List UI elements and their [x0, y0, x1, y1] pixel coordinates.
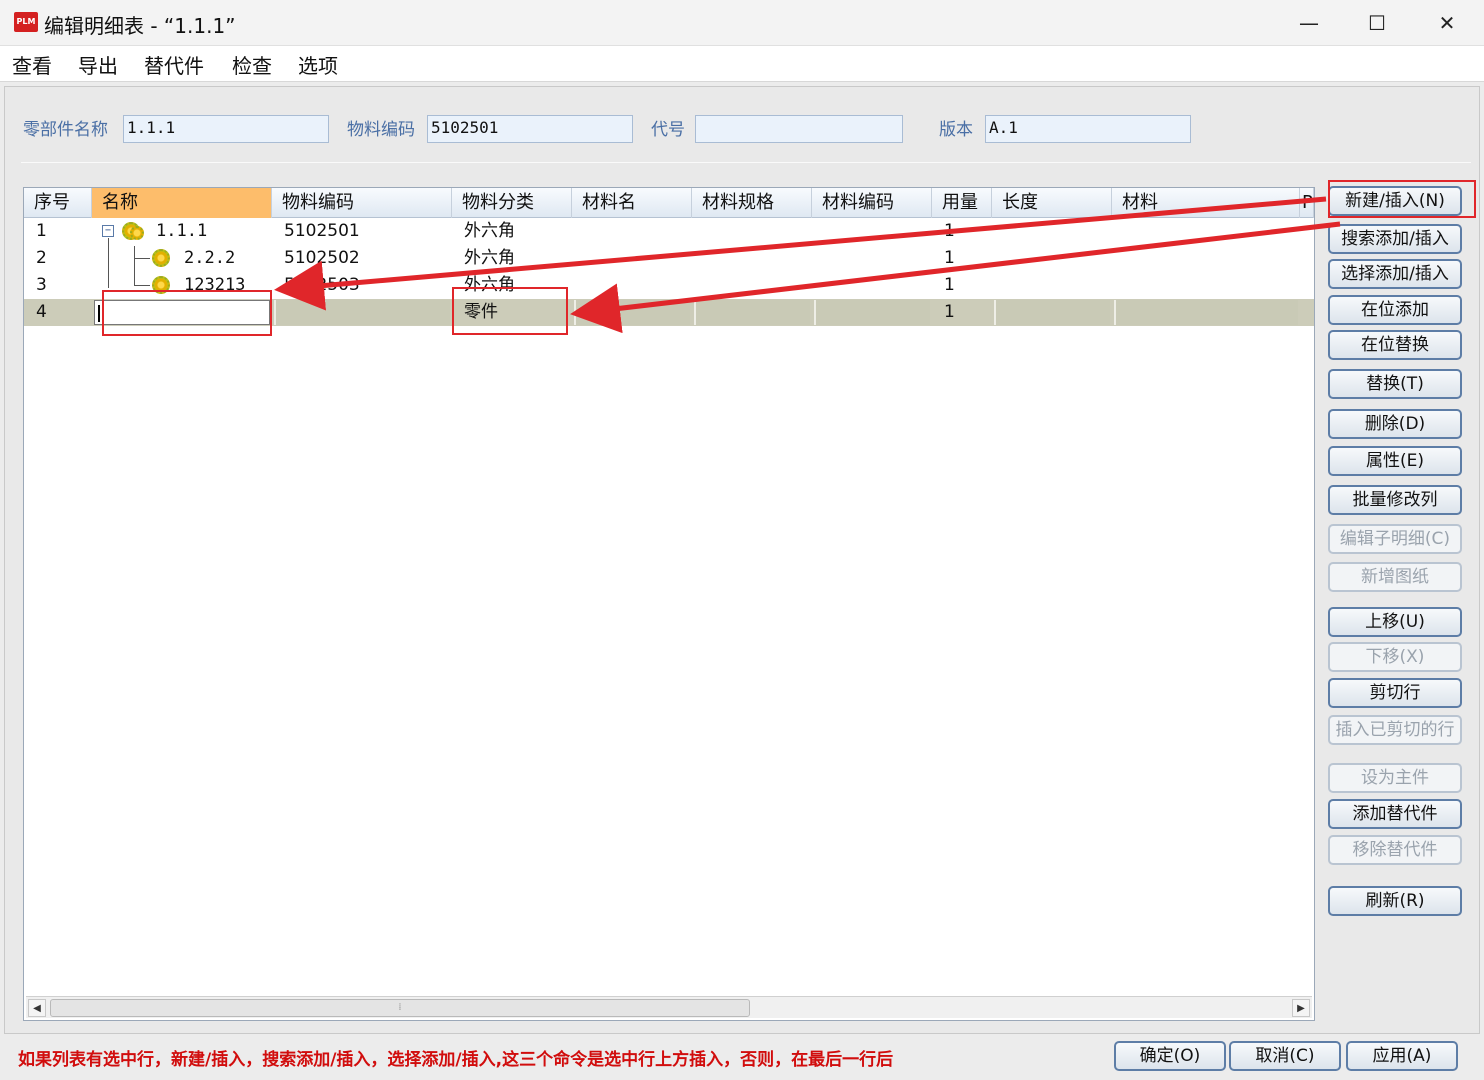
- cell-category: 外六角: [464, 248, 515, 268]
- version-label: 版本: [939, 120, 973, 140]
- apply-button[interactable]: 应用(A): [1346, 1041, 1458, 1071]
- refresh-button[interactable]: 刷新(R): [1328, 886, 1462, 916]
- select-add-insert-button[interactable]: 选择添加/插入: [1328, 259, 1462, 289]
- scroll-thumb[interactable]: ⁞: [50, 999, 750, 1017]
- separator: [21, 162, 1471, 163]
- col-header-length[interactable]: 长度: [992, 188, 1112, 218]
- add-drawing-button[interactable]: 新增图纸: [1328, 562, 1462, 592]
- delete-button[interactable]: 删除(D): [1328, 409, 1462, 439]
- cell-seq: 4: [36, 302, 47, 322]
- col-header-material-code[interactable]: 物料编码: [272, 188, 452, 218]
- set-as-main-button[interactable]: 设为主件: [1328, 763, 1462, 793]
- part-gear-icon: [152, 249, 170, 267]
- maximize-button[interactable]: ☐: [1342, 0, 1412, 46]
- col-header-material-number[interactable]: 材料编码: [812, 188, 932, 218]
- part-name-label: 零部件名称: [23, 120, 108, 140]
- col-header-material-name[interactable]: 材料名: [572, 188, 692, 218]
- col-header-category[interactable]: 物料分类: [452, 188, 572, 218]
- cell-quantity: 1: [944, 221, 955, 241]
- cell-name: 1.1.1: [156, 221, 208, 241]
- cell-quantity: 1: [944, 275, 955, 295]
- code-label: 代号: [651, 120, 685, 140]
- add-in-place-button[interactable]: 在位添加: [1328, 295, 1462, 325]
- horizontal-scrollbar[interactable]: ◀ ⁞ ▶: [26, 996, 1312, 1018]
- cell-quantity: 1: [944, 302, 955, 322]
- gear-icon: [130, 226, 144, 240]
- cell-length: [994, 300, 1110, 325]
- search-add-insert-button[interactable]: 搜索添加/插入: [1328, 224, 1462, 254]
- cut-row-button[interactable]: 剪切行: [1328, 678, 1462, 708]
- table-header: 序号 名称 物料编码 物料分类 材料名 材料规格 材料编码 用量 长度 材料 P: [24, 188, 1314, 218]
- col-header-material-spec[interactable]: 材料规格: [692, 188, 812, 218]
- cell-material-number: [814, 300, 930, 325]
- cell-seq: 3: [36, 275, 47, 295]
- move-up-button[interactable]: 上移(U): [1328, 607, 1462, 637]
- annotation-box-new-insert: [1328, 180, 1476, 218]
- minimize-button[interactable]: —: [1274, 0, 1344, 46]
- cell-material-code: 5102502: [284, 248, 360, 268]
- col-header-more[interactable]: P: [1300, 188, 1314, 218]
- remove-substitute-button[interactable]: 移除替代件: [1328, 835, 1462, 865]
- menu-export[interactable]: 导出: [78, 50, 118, 79]
- plm-logo-icon: PLM: [14, 12, 38, 32]
- cell-material-name: [574, 300, 690, 325]
- scroll-right-arrow-icon[interactable]: ▶: [1292, 999, 1310, 1017]
- footer-hint-text: 如果列表有选中行，新建/插入，搜索添加/插入，选择添加/插入,这三个命令是选中行…: [18, 1050, 894, 1070]
- cell-material: [1114, 300, 1298, 325]
- menu-bar: 查看 导出 替代件 检查 选项: [0, 46, 1484, 82]
- replace-button[interactable]: 替换(T): [1328, 369, 1462, 399]
- properties-button[interactable]: 属性(E): [1328, 446, 1462, 476]
- cancel-button[interactable]: 取消(C): [1229, 1041, 1341, 1071]
- cell-name: 2.2.2: [184, 248, 236, 268]
- ok-button[interactable]: 确定(O): [1114, 1041, 1226, 1071]
- insert-cut-row-button[interactable]: 插入已剪切的行: [1328, 715, 1462, 745]
- col-header-name[interactable]: 名称: [92, 188, 272, 218]
- close-button[interactable]: ✕: [1412, 0, 1482, 46]
- content-area: 零部件名称 1.1.1 物料编码 5102501 代号 版本 A.1 序号 名称…: [4, 86, 1480, 1034]
- cell-seq: 1: [36, 221, 47, 241]
- move-down-button[interactable]: 下移(X): [1328, 642, 1462, 672]
- cell-category: 外六角: [464, 221, 515, 241]
- col-header-quantity[interactable]: 用量: [932, 188, 992, 218]
- window-title: 编辑明细表 - “1.1.1”: [44, 14, 236, 38]
- collapse-icon[interactable]: −: [102, 225, 114, 237]
- material-code-label: 物料编码: [347, 120, 415, 140]
- cell-material-code: [274, 300, 450, 325]
- part-name-field[interactable]: 1.1.1: [123, 115, 329, 143]
- annotation-box-name-cell: [102, 290, 272, 336]
- menu-view[interactable]: 查看: [12, 50, 52, 79]
- cell-material-code: 5102503: [284, 275, 360, 295]
- edit-sub-detail-button[interactable]: 编辑子明细(C): [1328, 524, 1462, 554]
- batch-edit-column-button[interactable]: 批量修改列: [1328, 485, 1462, 515]
- menu-check[interactable]: 检查: [232, 50, 272, 79]
- table-row[interactable]: 2 2.2.2 5102502 外六角 1: [24, 245, 1314, 272]
- version-field[interactable]: A.1: [985, 115, 1191, 143]
- scroll-left-arrow-icon[interactable]: ◀: [28, 999, 46, 1017]
- replace-in-place-button[interactable]: 在位替换: [1328, 330, 1462, 360]
- material-code-field[interactable]: 5102501: [427, 115, 633, 143]
- col-header-material[interactable]: 材料: [1112, 188, 1300, 218]
- text-cursor: [98, 305, 100, 322]
- menu-options[interactable]: 选项: [298, 50, 338, 79]
- annotation-box-category-cell: [452, 287, 568, 335]
- cell-seq: 2: [36, 248, 47, 268]
- add-substitute-button[interactable]: 添加替代件: [1328, 799, 1462, 829]
- cell-material-code: 5102501: [284, 221, 360, 241]
- cell-material-spec: [694, 300, 810, 325]
- cell-quantity: 1: [944, 248, 955, 268]
- title-bar: PLM 编辑明细表 - “1.1.1” — ☐ ✕: [0, 0, 1484, 46]
- menu-substitute[interactable]: 替代件: [144, 50, 204, 79]
- col-header-seq[interactable]: 序号: [24, 188, 92, 218]
- code-field[interactable]: [695, 115, 903, 143]
- table-row[interactable]: 1 − 1.1.1 5102501 外六角 1: [24, 218, 1314, 245]
